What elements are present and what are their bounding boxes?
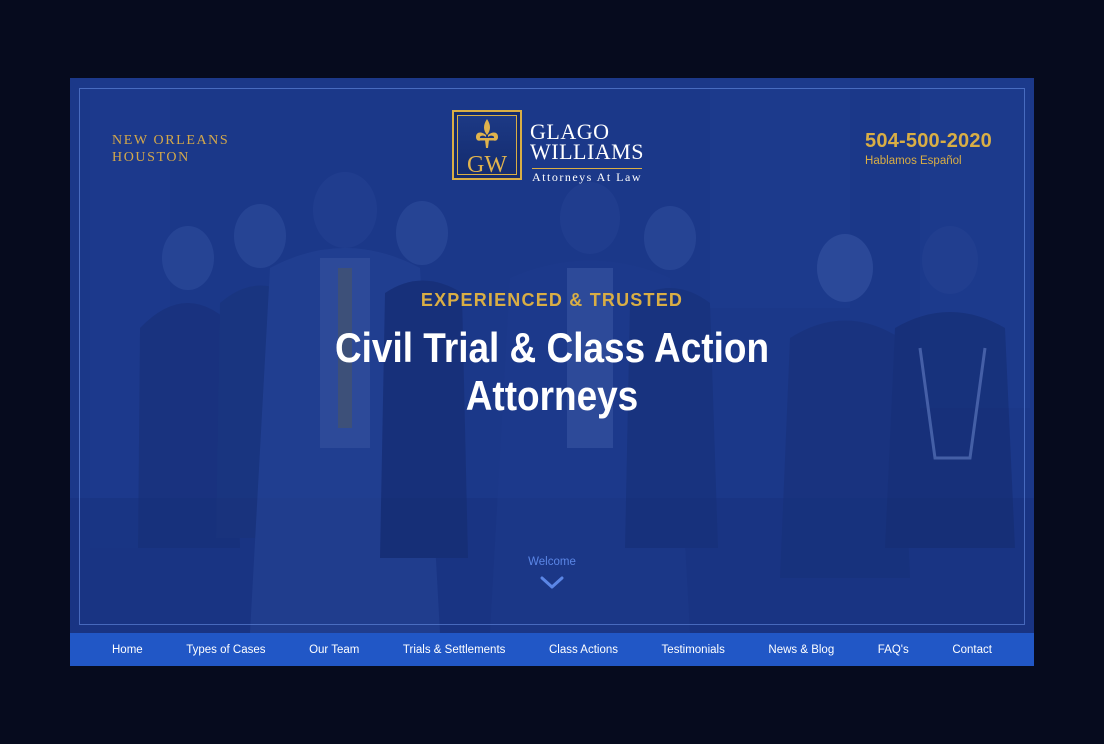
location-new-orleans: NEW ORLEANS (112, 133, 230, 148)
logo-tagline: Attorneys At Law (532, 168, 642, 184)
hero-section: NEW ORLEANS HOUSTON GW GLAGO WILLIAMS At… (70, 78, 1034, 633)
nav-item-home[interactable]: Home (112, 644, 143, 656)
nav-item-our-team[interactable]: Our Team (309, 644, 359, 656)
nav-item-types-of-cases[interactable]: Types of Cases (186, 644, 265, 656)
chevron-down-icon[interactable] (540, 576, 564, 590)
nav-item-trials-settlements[interactable]: Trials & Settlements (403, 644, 505, 656)
firm-logo[interactable]: GW GLAGO WILLIAMS Attorneys At Law (452, 110, 662, 186)
logo-emblem: GW (452, 110, 522, 180)
scroll-welcome-link[interactable]: Welcome (70, 556, 1034, 568)
office-locations: NEW ORLEANS HOUSTON (112, 132, 229, 166)
hero-headline: Civil Trial & Class Action Attorneys (128, 324, 976, 420)
fleur-de-lis-icon (476, 119, 498, 148)
hero-headline-line1: Civil Trial & Class Action (334, 324, 770, 371)
location-houston: HOUSTON (112, 150, 190, 165)
main-navigation: Home Types of Cases Our Team Trials & Se… (70, 633, 1034, 666)
logo-firm-name: GLAGO WILLIAMS (530, 121, 644, 164)
logo-monogram: GW (467, 152, 507, 178)
logo-name-line2: WILLIAMS (530, 139, 644, 164)
nav-item-faqs[interactable]: FAQ's (878, 644, 909, 656)
phone-number-link[interactable]: 504-500-2020 (865, 130, 992, 153)
hero-headline-line2: Attorneys (465, 372, 639, 419)
nav-item-class-actions[interactable]: Class Actions (549, 644, 618, 656)
spanish-note: Hablamos Español (865, 155, 962, 167)
contact-block: 504-500-2020 Hablamos Español (865, 130, 992, 167)
nav-item-contact[interactable]: Contact (952, 644, 992, 656)
nav-item-news-blog[interactable]: News & Blog (768, 644, 834, 656)
nav-item-testimonials[interactable]: Testimonials (662, 644, 725, 656)
hero-eyebrow: EXPERIENCED & TRUSTED (420, 290, 684, 310)
website-frame: NEW ORLEANS HOUSTON GW GLAGO WILLIAMS At… (70, 78, 1034, 666)
